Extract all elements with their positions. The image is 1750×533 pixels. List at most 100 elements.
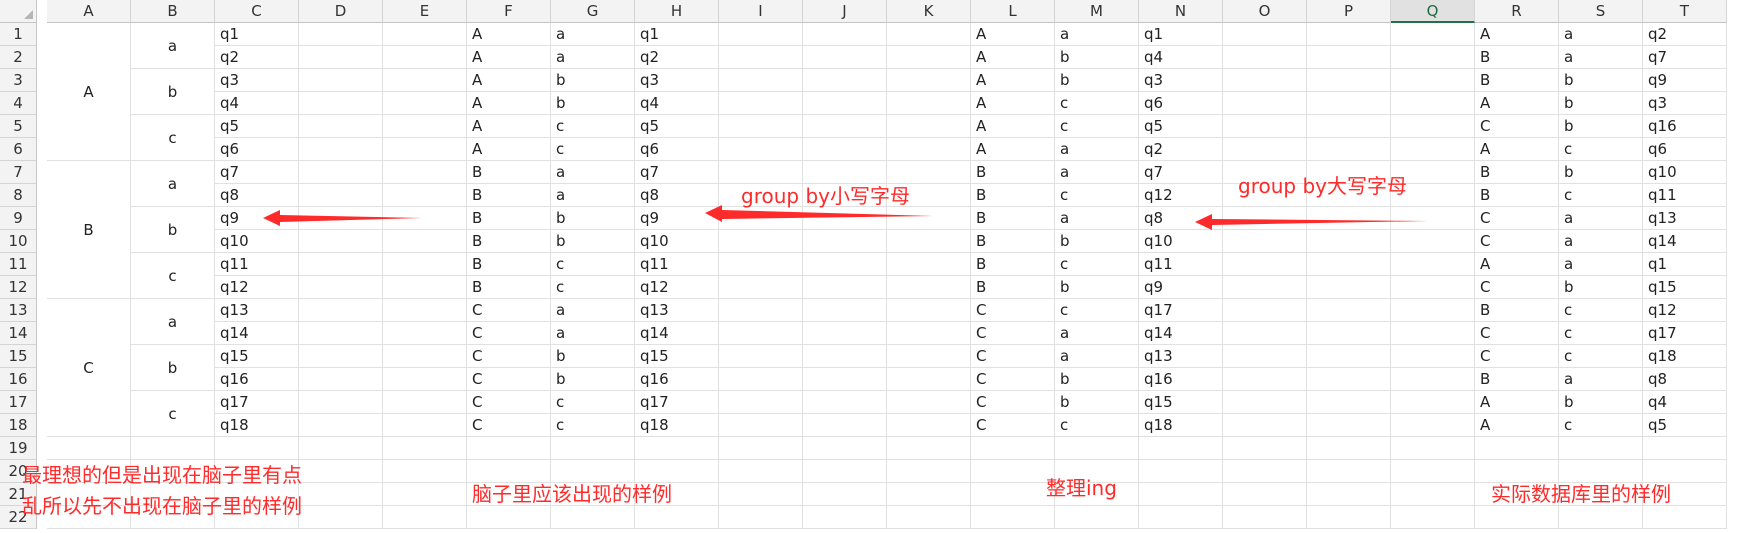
grid-cell[interactable] [887, 115, 971, 138]
grid-cell[interactable] [1223, 23, 1307, 46]
cell-n[interactable]: q4 [1139, 46, 1223, 69]
cell-h[interactable]: q6 [635, 138, 719, 161]
column-header-t[interactable]: T [1643, 0, 1727, 23]
cell-t[interactable]: q15 [1643, 276, 1727, 299]
cell-h[interactable]: q2 [635, 46, 719, 69]
cell-m[interactable]: c [1055, 115, 1139, 138]
cell-m[interactable]: a [1055, 23, 1139, 46]
grid-cell[interactable] [299, 46, 383, 69]
grid-cell[interactable] [887, 92, 971, 115]
cell-t[interactable]: q18 [1643, 345, 1727, 368]
grid-cell[interactable] [299, 253, 383, 276]
cell-r[interactable]: C [1475, 345, 1559, 368]
column-header-p[interactable]: P [1307, 0, 1391, 23]
grid-cell[interactable] [719, 46, 803, 69]
grid-cell[interactable] [719, 414, 803, 437]
grid-cell[interactable] [1391, 115, 1475, 138]
grid-cell[interactable] [551, 506, 635, 529]
cell-s[interactable]: a [1559, 368, 1643, 391]
cell-h[interactable]: q13 [635, 299, 719, 322]
grid-cell[interactable] [1391, 46, 1475, 69]
grid-cell[interactable] [635, 506, 719, 529]
cell-c[interactable]: q9 [215, 207, 299, 230]
column-header-l[interactable]: L [971, 0, 1055, 23]
merged-cell-group-upper[interactable]: B [47, 161, 131, 299]
cell-g[interactable]: a [551, 161, 635, 184]
grid-cell[interactable] [719, 299, 803, 322]
cell-h[interactable]: q16 [635, 368, 719, 391]
grid-cell[interactable] [1223, 207, 1307, 230]
cell-s[interactable]: a [1559, 23, 1643, 46]
grid-cell[interactable] [1223, 437, 1307, 460]
cell-h[interactable]: q12 [635, 276, 719, 299]
grid-cell[interactable] [1223, 138, 1307, 161]
grid-cell[interactable] [1139, 437, 1223, 460]
grid-cell[interactable] [887, 391, 971, 414]
cell-m[interactable]: b [1055, 230, 1139, 253]
grid-cell[interactable] [1391, 460, 1475, 483]
cell-t[interactable]: q7 [1643, 46, 1727, 69]
cell-r[interactable]: B [1475, 368, 1559, 391]
merged-cell-group-lower[interactable]: c [131, 391, 215, 437]
grid-cell[interactable] [1307, 276, 1391, 299]
row-header[interactable]: 17 [0, 391, 37, 414]
row-header[interactable]: 3 [0, 69, 37, 92]
grid-cell[interactable] [383, 276, 467, 299]
cell-s[interactable]: a [1559, 253, 1643, 276]
cell-f[interactable]: C [467, 414, 551, 437]
grid-cell[interactable] [1223, 92, 1307, 115]
grid-cell[interactable] [299, 368, 383, 391]
row-header[interactable]: 2 [0, 46, 37, 69]
cell-g[interactable]: c [551, 276, 635, 299]
row-header[interactable]: 6 [0, 138, 37, 161]
cell-c[interactable]: q14 [215, 322, 299, 345]
grid-cell[interactable] [1223, 115, 1307, 138]
grid-cell[interactable] [1223, 69, 1307, 92]
grid-cell[interactable] [383, 69, 467, 92]
cell-r[interactable]: B [1475, 184, 1559, 207]
grid-cell[interactable] [383, 230, 467, 253]
cell-m[interactable]: c [1055, 253, 1139, 276]
cell-n[interactable]: q13 [1139, 345, 1223, 368]
cell-t[interactable]: q17 [1643, 322, 1727, 345]
grid-cell[interactable] [299, 115, 383, 138]
grid-cell[interactable] [719, 322, 803, 345]
cell-s[interactable]: c [1559, 299, 1643, 322]
grid-cell[interactable] [299, 161, 383, 184]
grid-cell[interactable] [1391, 230, 1475, 253]
cell-h[interactable]: q11 [635, 253, 719, 276]
column-header-q[interactable]: Q [1391, 0, 1475, 23]
cell-c[interactable]: q5 [215, 115, 299, 138]
grid-cell[interactable] [719, 23, 803, 46]
cell-s[interactable]: b [1559, 69, 1643, 92]
cell-t[interactable]: q12 [1643, 299, 1727, 322]
grid-cell[interactable] [1391, 299, 1475, 322]
grid-cell[interactable] [383, 391, 467, 414]
cell-f[interactable]: C [467, 391, 551, 414]
grid-cell[interactable] [383, 115, 467, 138]
column-header-r[interactable]: R [1475, 0, 1559, 23]
grid-cell[interactable] [887, 437, 971, 460]
cell-h[interactable]: q8 [635, 184, 719, 207]
grid-cell[interactable] [1391, 138, 1475, 161]
grid-cell[interactable] [1643, 506, 1727, 529]
cell-h[interactable]: q17 [635, 391, 719, 414]
cell-f[interactable]: B [467, 253, 551, 276]
cell-s[interactable]: c [1559, 322, 1643, 345]
grid-cell[interactable] [299, 276, 383, 299]
grid-cell[interactable] [719, 69, 803, 92]
cell-n[interactable]: q16 [1139, 368, 1223, 391]
cell-s[interactable]: b [1559, 276, 1643, 299]
column-header-o[interactable]: O [1223, 0, 1307, 23]
grid-cell[interactable] [803, 391, 887, 414]
grid-cell[interactable] [1643, 437, 1727, 460]
cell-g[interactable]: c [551, 115, 635, 138]
grid-cell[interactable] [803, 299, 887, 322]
cell-t[interactable]: q1 [1643, 253, 1727, 276]
grid-cell[interactable] [299, 184, 383, 207]
grid-cell[interactable] [1223, 368, 1307, 391]
grid-cell[interactable] [1307, 138, 1391, 161]
grid-cell[interactable] [803, 207, 887, 230]
cell-r[interactable]: B [1475, 46, 1559, 69]
grid-cell[interactable] [887, 483, 971, 506]
